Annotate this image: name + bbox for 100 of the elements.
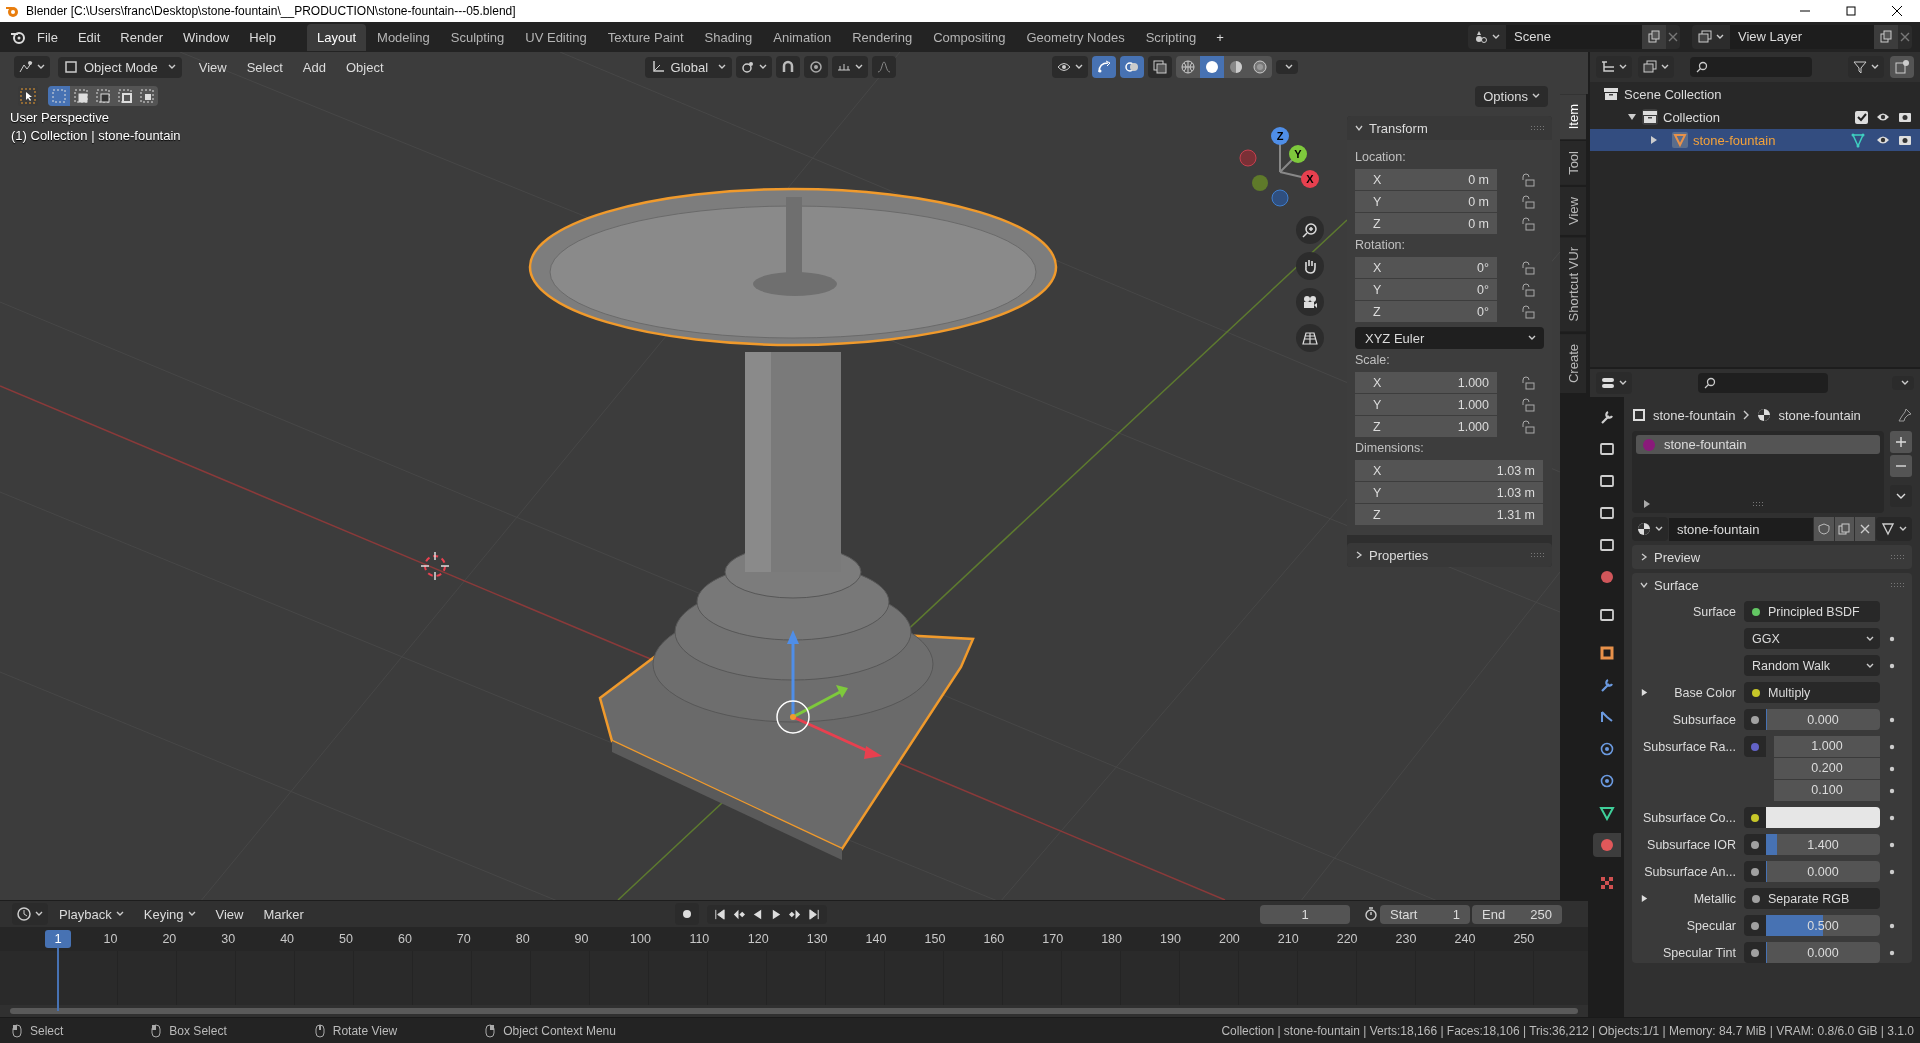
socket-link-field[interactable]: Separate RGB [1744,888,1880,909]
frame-number: 240 [1453,932,1477,947]
section-label: Location: [1355,150,1407,164]
breadcrumb-item: stone-fountain [1653,407,1736,423]
value-slider[interactable]: 0.500 [1766,915,1880,936]
workspace-tab[interactable]: Shading [694,23,763,51]
frame-number: 30 [220,932,237,947]
number-field[interactable]: Y 1.03 m [1355,482,1543,503]
dropdown-field[interactable]: Random Walk [1744,655,1880,676]
scene-name-field[interactable]: Scene [1506,25,1642,49]
frame-number: 150 [923,932,947,947]
section-label: Scale: [1355,353,1391,367]
menu-item[interactable]: Render [111,26,172,48]
slot-label: stone-fountain [1664,437,1747,452]
add-workspace-button[interactable]: + [1207,26,1233,48]
frame-number: 130 [805,932,829,947]
frame-number: 200 [1217,932,1241,947]
viewport-info-text: (1) Collection | stone-fountain [11,128,181,143]
status-hint: Select [30,1023,64,1038]
property-label: Subsurface An... [1644,864,1736,879]
number-field[interactable]: X 1.03 m [1355,460,1543,481]
menu-item[interactable]: View [189,56,236,78]
outliner-row[interactable]: stone-fountain [1590,129,1920,151]
menu-item[interactable]: Playback [50,903,133,925]
outliner-row[interactable]: Scene Collection [1590,83,1920,105]
property-label: Specular [1686,918,1736,933]
number-field[interactable]: Y 1.000 [1355,394,1497,415]
menu-item[interactable]: Window [174,26,239,48]
start-frame-field[interactable]: Start 1 [1380,904,1470,924]
number-field[interactable]: Y 0 m [1355,191,1497,212]
gizmo-axis-handle[interactable]: Y [1289,145,1307,163]
workspace-tab[interactable]: UV Editing [515,23,597,51]
frame-number: 10 [102,932,119,947]
number-field[interactable]: 0.200 [1774,758,1880,779]
workspace-tab[interactable]: Texture Paint [597,23,694,51]
workspace-tab[interactable]: Sculpting [440,23,515,51]
outliner-item-label: Scene Collection [1624,86,1722,102]
menu-item[interactable]: Help [240,26,285,48]
options-dropdown[interactable]: Options [1475,85,1548,107]
frame-number: 140 [864,932,888,947]
sidebar-tab[interactable]: Item [1560,94,1586,140]
frame-number: 70 [455,932,472,947]
sidebar-tab[interactable]: View [1560,187,1586,236]
number-field[interactable]: Z 1.000 [1355,416,1497,437]
outliner-item-label: Collection [1663,109,1721,125]
property-label: Specular Tint [1663,945,1736,960]
socket-link-field[interactable]: Multiply [1744,682,1880,703]
value-slider[interactable]: 1.400 [1766,834,1880,855]
number-field[interactable]: X 0 m [1355,169,1497,190]
menu-item[interactable]: Add [293,56,335,78]
outliner-item-label: stone-fountain [1693,132,1776,148]
section-label: Rotation: [1355,238,1407,252]
menu-item[interactable]: View [206,903,253,925]
frame-number: 210 [1276,932,1300,947]
number-field[interactable]: X 0° [1355,257,1497,278]
sidebar-tab[interactable]: Create [1560,333,1586,393]
rotation-mode-dropdown[interactable]: XYZ Euler [1355,327,1544,349]
property-label: Base Color [1674,685,1736,700]
number-field[interactable]: Z 1.31 m [1355,504,1543,525]
gizmo-axis-handle[interactable]: X [1301,170,1319,188]
workspace-tab[interactable]: Modeling [367,23,440,51]
property-label: Subsurface Ra... [1642,739,1736,754]
view-layer-name-field[interactable]: View Layer [1730,25,1874,49]
value-slider[interactable]: 0.000 [1766,861,1880,882]
number-field[interactable]: Y 0° [1355,279,1497,300]
number-field[interactable]: Z 0 m [1355,213,1497,234]
value-slider[interactable]: 0.000 [1766,709,1880,730]
current-frame-field[interactable]: 1 [1260,904,1350,924]
material-name-field[interactable]: stone-fountain [1669,517,1813,541]
workspace-tab[interactable]: Geometry Nodes [1016,23,1135,51]
menu-item[interactable]: Select [237,56,292,78]
workspace-tab[interactable]: Rendering [842,23,923,51]
material-slot[interactable]: stone-fountain [1636,435,1880,454]
workspace-tab[interactable]: Layout [307,23,367,51]
gizmo-axis-handle[interactable]: Z [1271,127,1289,145]
value-slider[interactable]: 0.000 [1766,942,1880,963]
workspace-tab[interactable]: Compositing [923,23,1016,51]
sidebar-tab[interactable]: Shortcut VUr [1560,237,1586,332]
number-field[interactable]: Z 0° [1355,301,1497,322]
outliner-row[interactable]: Collection [1590,106,1920,128]
frame-number: 110 [688,932,711,947]
menu-item[interactable]: Object [336,56,393,78]
sidebar-tab[interactable]: Tool [1560,141,1586,186]
menu-item[interactable]: File [28,26,67,48]
menu-item[interactable]: Marker [254,903,313,925]
frame-number: 40 [279,932,296,947]
workspace-tab[interactable]: Animation [763,23,842,51]
panel-title[interactable]: Surface [1654,577,1884,593]
menu-item[interactable]: Keying [134,903,205,925]
number-field[interactable]: X 1.000 [1355,372,1497,393]
mode-dropdown[interactable]: Object Mode [58,56,182,78]
socket-link-field[interactable]: Principled BSDF [1744,601,1880,622]
number-field[interactable]: 0.100 [1774,780,1880,801]
dropdown-field[interactable]: GGX [1744,628,1880,649]
menu-item[interactable]: Edit [68,26,110,48]
window-title: Blender [C:\Users\franc\Desktop\stone-fountain\__PRODUCTION\stone-fountain---05.blend] [26,4,516,18]
workspace-tab[interactable]: Scripting [1135,23,1207,51]
playhead[interactable]: 1 [45,930,71,949]
end-frame-field[interactable]: End 250 [1472,904,1562,924]
number-field[interactable]: 1.000 [1774,736,1880,757]
